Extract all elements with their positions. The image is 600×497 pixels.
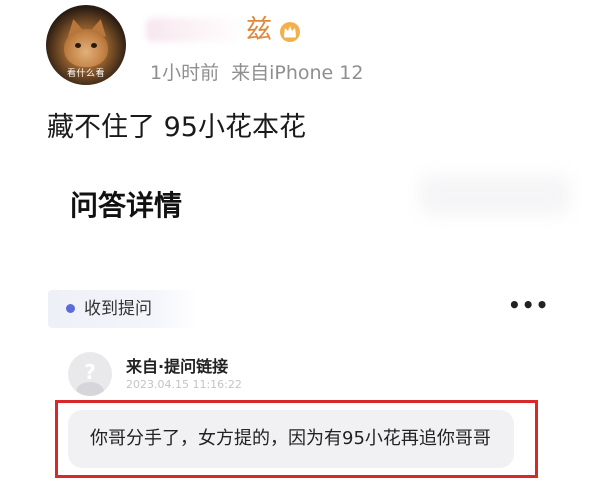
post-source[interactable]: 来自iPhone 12 <box>231 62 363 84</box>
avatar-caption: 看什么看 <box>66 69 105 79</box>
obscured-region <box>420 175 570 215</box>
avatar-cat-face <box>64 29 108 67</box>
more-options-button[interactable]: ••• <box>508 295 548 318</box>
question-mark-icon: ? <box>84 360 96 384</box>
crown-badge-icon <box>280 22 300 42</box>
avatar-cat-eye-right <box>91 43 97 48</box>
post-text: 藏不住了 95小花本花 <box>47 112 306 143</box>
weibo-post-screenshot: 看什么看 兹 1小时前 来自iPhone 12 藏不住了 95小花本花 问答详情 … <box>0 0 600 497</box>
author-name-obscured <box>146 18 246 42</box>
post-meta: 1小时前 来自iPhone 12 <box>150 60 363 86</box>
author-name[interactable]: 兹 <box>246 15 272 45</box>
anonymous-avatar-icon: ? <box>68 352 112 396</box>
received-dot-icon <box>66 304 75 313</box>
avatar-silhouette <box>76 382 104 396</box>
received-label: 收到提问 <box>84 299 152 319</box>
question-timestamp: 2023.04.15 11:16:22 <box>126 378 242 391</box>
avatar-cat-eye-left <box>75 43 81 48</box>
author-avatar[interactable]: 看什么看 <box>46 5 126 85</box>
post-time: 1小时前 <box>150 62 220 84</box>
qa-section-title: 问答详情 <box>70 189 183 222</box>
red-highlight-box <box>55 400 538 478</box>
question-source[interactable]: 来自·提问链接 <box>126 356 228 378</box>
